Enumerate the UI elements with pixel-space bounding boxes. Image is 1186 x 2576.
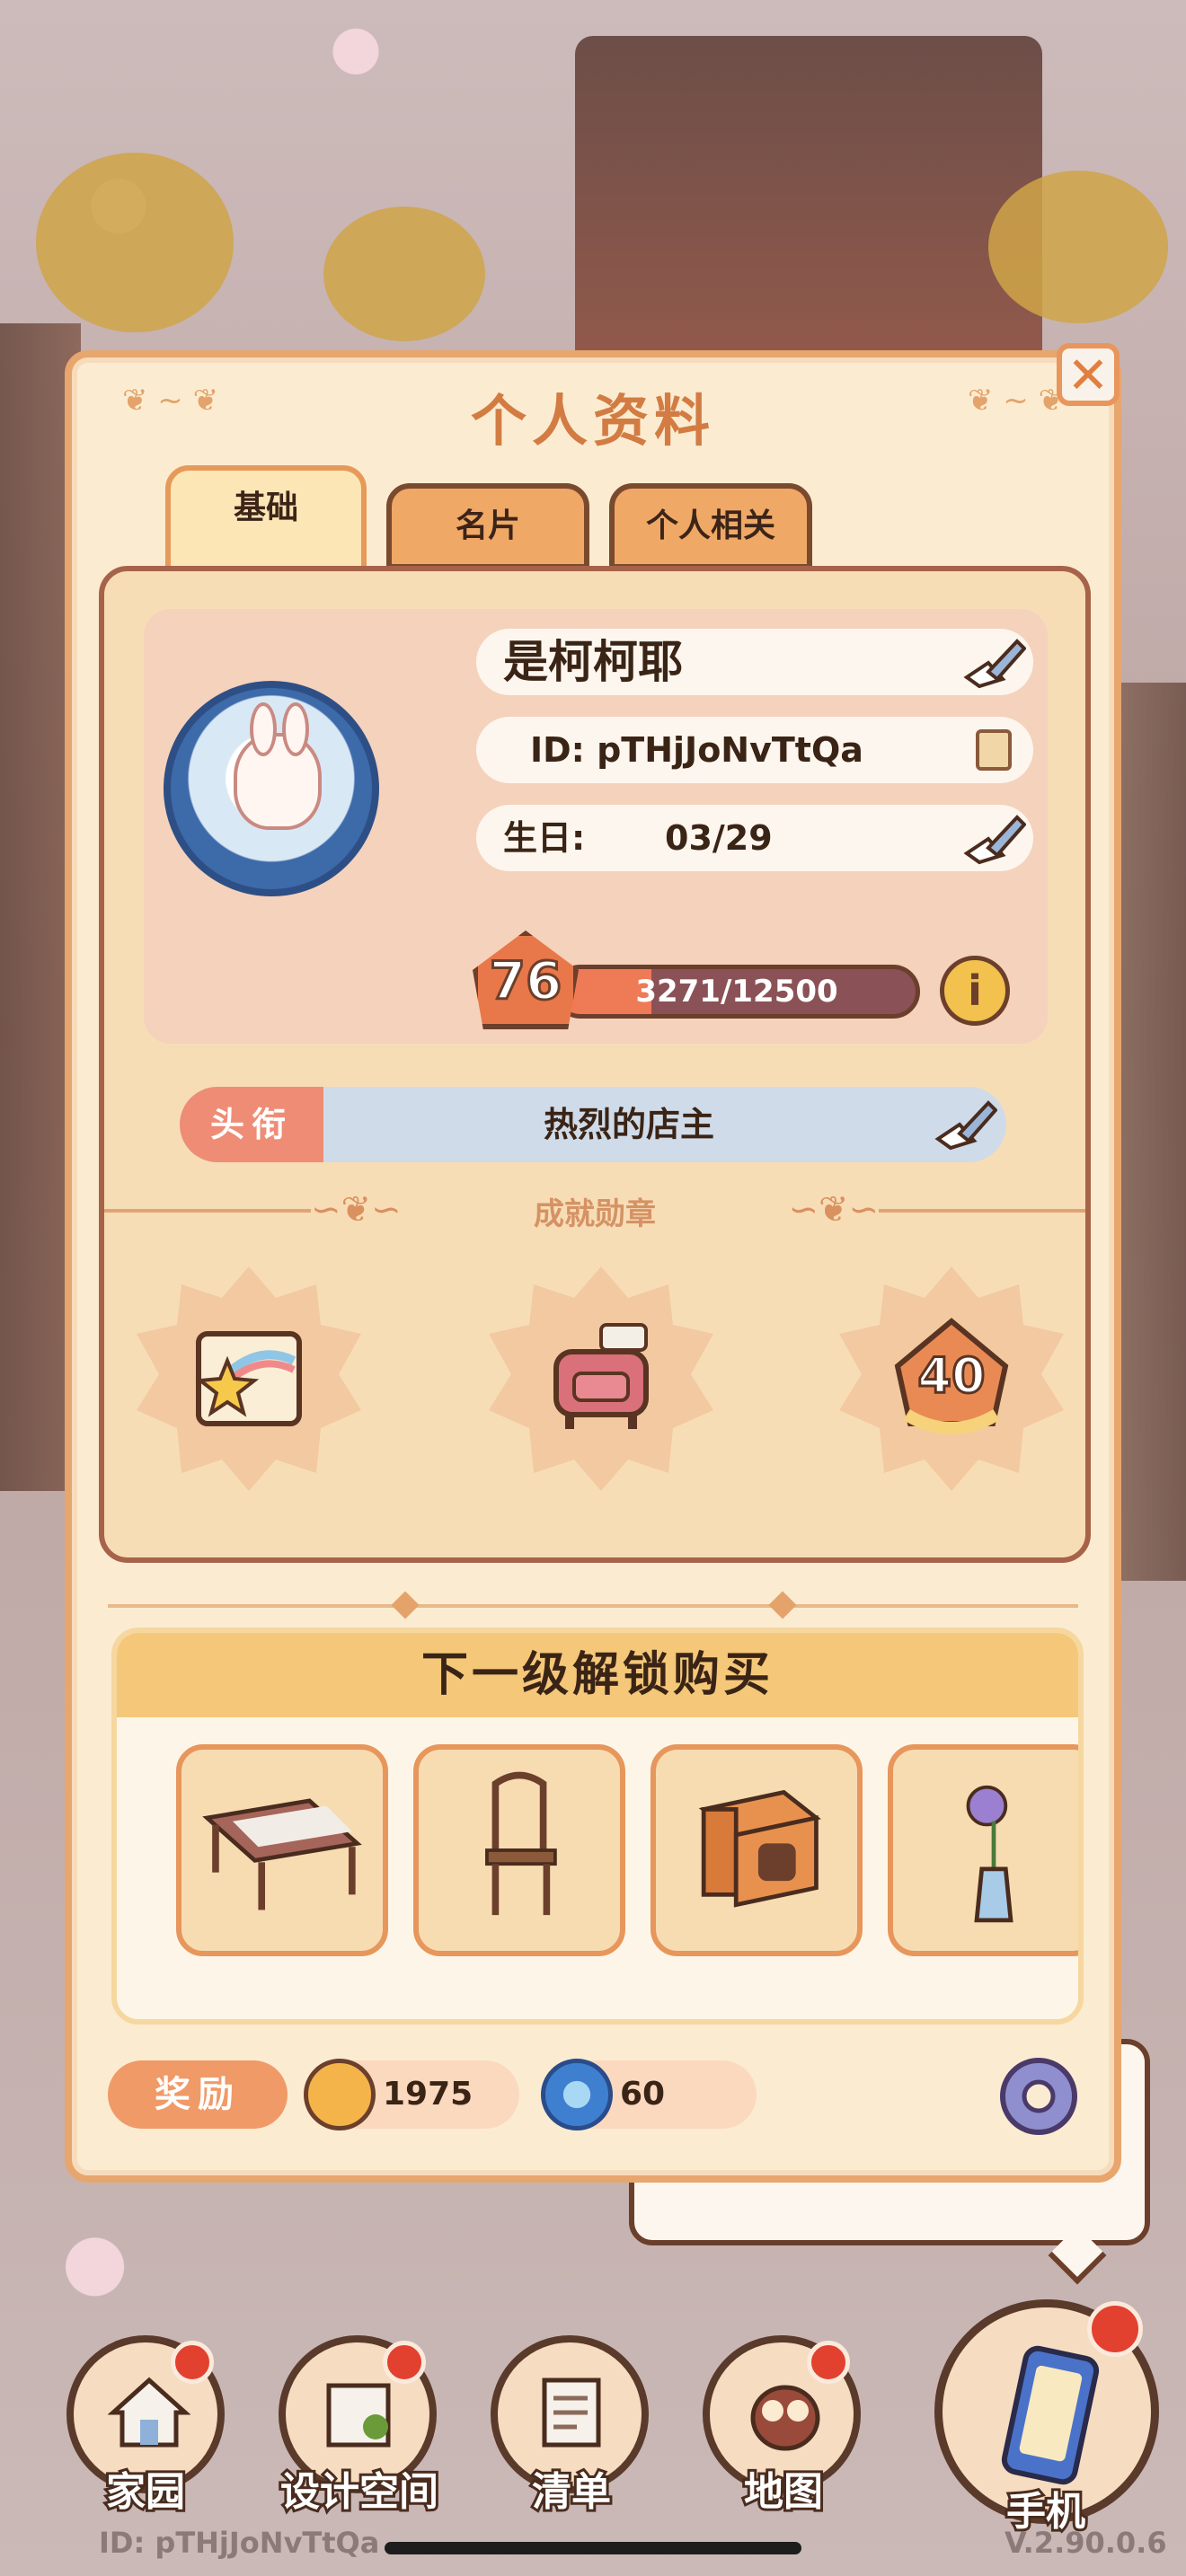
edit-pencil-icon[interactable] xyxy=(961,636,1026,690)
edit-pencil-icon[interactable] xyxy=(933,1098,997,1151)
rainbow-star-scroll-icon xyxy=(195,1331,302,1426)
level-badge: 76 xyxy=(473,931,579,1029)
home-icon xyxy=(108,2377,190,2448)
separator-diamond xyxy=(768,1591,797,1619)
gem-amount: 60 xyxy=(620,2076,666,2113)
reward-coin: 1975 xyxy=(304,2059,519,2130)
chair-icon xyxy=(485,1771,557,1916)
nav-design-label: 设计空间 xyxy=(278,2466,441,2518)
player-name: 是柯柯耶 xyxy=(503,636,683,688)
app-version: V.2.90.0.6 xyxy=(1005,2526,1167,2560)
background-tree xyxy=(323,207,485,341)
title-tag: 头衔 xyxy=(180,1087,323,1162)
notification-badge xyxy=(807,2341,850,2384)
section-separator xyxy=(108,1604,1078,1608)
tab-personal[interactable]: 个人相关 xyxy=(609,483,812,569)
footer-player-id: ID: pTHjJoNvTtQa xyxy=(99,2526,380,2560)
achievements-heading: 成就勋章 xyxy=(534,1196,656,1232)
tab-basic[interactable]: 基础 xyxy=(165,465,367,573)
reward-label: 奖励 xyxy=(108,2060,288,2129)
coin-icon xyxy=(304,2059,376,2130)
copy-icon[interactable] xyxy=(976,729,1012,771)
xp-progress-bar: 3271/12500 xyxy=(553,965,920,1019)
achievement-medal[interactable] xyxy=(137,1266,361,1491)
profile-info-box: 是柯柯耶 ID: pTHjJoNvTtQa 生日: 03/29 3271/125… xyxy=(144,609,1048,1044)
xp-text: 3271/12500 xyxy=(635,974,838,1010)
armchair-icon xyxy=(553,1323,649,1429)
separator-diamond xyxy=(391,1591,420,1619)
flower-vase-icon xyxy=(966,1785,1013,1923)
nav-map-label: 地图 xyxy=(741,2466,826,2518)
notification-badge xyxy=(171,2341,214,2384)
background-tree xyxy=(36,153,234,332)
unlock-item[interactable] xyxy=(413,1744,625,1956)
bunny-ear xyxy=(250,702,277,756)
info-button[interactable]: i xyxy=(940,956,1010,1026)
achievement-medal[interactable] xyxy=(489,1266,713,1491)
name-field: 是柯柯耶 xyxy=(476,629,1033,695)
notification-badge xyxy=(383,2341,426,2384)
achievement-medal[interactable]: 40 xyxy=(839,1266,1064,1491)
background-tree xyxy=(988,171,1168,323)
coin-amount: 1975 xyxy=(383,2076,474,2113)
id-field: ID: pTHjJoNvTtQa xyxy=(476,717,1033,783)
edit-pencil-icon[interactable] xyxy=(961,812,1026,866)
nav-home-label: 家园 xyxy=(103,2466,188,2518)
title-value: 热烈的店主 xyxy=(543,1105,714,1144)
swirl-gem-icon xyxy=(541,2059,613,2130)
home-indicator xyxy=(385,2542,801,2554)
unlock-item[interactable] xyxy=(651,1744,863,1956)
panel-title: 个人资料 xyxy=(470,388,715,454)
phone-icon xyxy=(1001,2345,1100,2485)
tab-label: 名片 xyxy=(455,507,520,544)
background-shop-right xyxy=(1114,683,1186,1581)
notification-badge xyxy=(1087,2301,1143,2357)
tab-card[interactable]: 名片 xyxy=(386,483,589,569)
player-title-row[interactable]: 头衔 热烈的店主 xyxy=(180,1087,1006,1162)
bunny-ear xyxy=(282,702,309,756)
avatar[interactable] xyxy=(164,681,379,896)
cabinet-icon xyxy=(698,1789,821,1908)
reward-gem: 60 xyxy=(541,2059,757,2130)
badge-level-text: 40 xyxy=(916,1346,987,1406)
bunny-avatar-icon xyxy=(234,702,322,830)
nav-list-label: 清单 xyxy=(529,2466,614,2518)
basic-content-card: 是柯柯耶 ID: pTHjJoNvTtQa 生日: 03/29 3271/125… xyxy=(99,566,1091,1563)
birthday-value: 03/29 xyxy=(665,818,773,858)
next-level-unlock-card: 下一级解锁购买 xyxy=(111,1628,1084,2025)
profile-panel: ❦ ~ ❦ ❦ ~ ❦ 个人资料 基础 名片 个人相关 是柯柯耶 ID: pTH… xyxy=(65,350,1121,2183)
birthday-field: 生日: 03/29 xyxy=(476,805,1033,871)
unlock-item[interactable] xyxy=(888,1744,1078,1956)
map-owl-icon xyxy=(750,2385,820,2451)
unlock-heading: 下一级解锁购买 xyxy=(117,1633,1078,1717)
unlock-item[interactable] xyxy=(176,1744,388,1956)
list-icon xyxy=(542,2378,601,2448)
close-button[interactable]: ✕ xyxy=(1057,343,1120,406)
level-number: 76 xyxy=(488,949,563,1013)
table-icon xyxy=(202,1798,362,1910)
birthday-label: 生日: xyxy=(503,818,586,858)
gear-icon[interactable] xyxy=(992,2050,1085,2143)
tab-label: 基础 xyxy=(233,490,298,526)
player-id: ID: pTHjJoNvTtQa xyxy=(530,730,863,770)
background-building xyxy=(575,36,1042,377)
tab-label: 个人相关 xyxy=(645,507,775,544)
design-icon xyxy=(326,2383,391,2448)
